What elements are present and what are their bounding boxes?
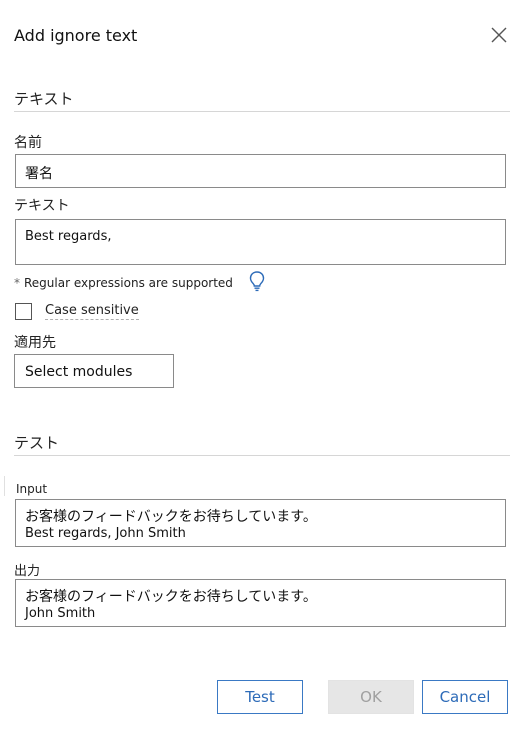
name-label: 名前: [14, 135, 42, 151]
case-sensitive-checkbox[interactable]: [15, 303, 32, 320]
text-label: テキスト: [14, 198, 70, 214]
cancel-button[interactable]: Cancel: [422, 680, 508, 714]
input-field[interactable]: お客様のフィードバックをお待ちしています。 Best regards, John…: [15, 499, 506, 547]
output-label: 出力: [14, 564, 41, 579]
text-field[interactable]: Best regards,: [15, 219, 506, 265]
section-divider: [14, 111, 510, 112]
text-section-heading: テキスト: [14, 90, 74, 108]
output-line-2: John Smith: [25, 606, 96, 621]
close-icon[interactable]: [488, 24, 510, 46]
output-line-1: お客様のフィードバックをお待ちしています。: [25, 589, 317, 605]
hint-text: Regular expressions are supported: [24, 276, 233, 290]
section-divider: [14, 455, 510, 456]
regex-hint: * Regular expressions are supported: [14, 276, 233, 290]
ok-button[interactable]: OK: [328, 680, 414, 714]
text-field-value: Best regards,: [25, 229, 112, 244]
test-button[interactable]: Test: [217, 680, 303, 714]
hint-asterisk: *: [14, 276, 20, 290]
name-field-value: 署名: [25, 166, 53, 182]
output-field: お客様のフィードバックをお待ちしています。 John Smith: [15, 579, 506, 627]
case-sensitive-label[interactable]: Case sensitive: [45, 303, 139, 320]
dialog-title: Add ignore text: [14, 26, 138, 45]
name-field[interactable]: 署名: [15, 154, 506, 188]
modules-select[interactable]: Select modules: [14, 354, 174, 388]
modules-select-value: Select modules: [25, 364, 133, 380]
input-line-2: Best regards, John Smith: [25, 526, 186, 541]
divider-mark: [4, 476, 5, 496]
test-section-heading: テスト: [14, 434, 60, 452]
lightbulb-icon[interactable]: [248, 270, 266, 292]
input-line-1: お客様のフィードバックをお待ちしています。: [25, 509, 317, 525]
input-label: Input: [16, 482, 48, 496]
applies-to-label: 適用先: [14, 335, 56, 351]
